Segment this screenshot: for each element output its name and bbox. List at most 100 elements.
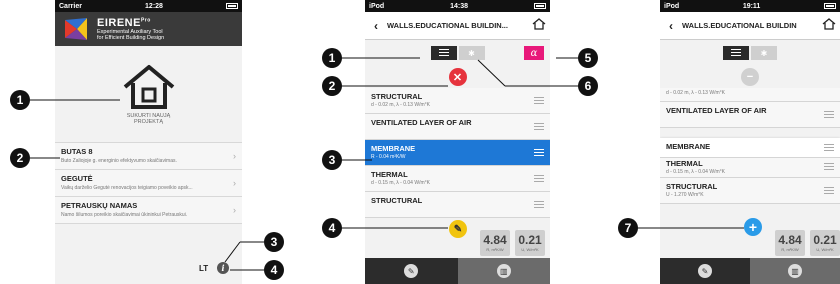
tab-results[interactable]: ▥ — [750, 258, 840, 284]
project-item[interactable]: PETRAUSKŲ NAMAS Namo šilumos poreikio sk… — [55, 197, 242, 224]
u-value-metric: 0.21 U, W/m²K — [810, 230, 840, 256]
r-value-metric: 4.84 R, m²K/W — [480, 230, 510, 256]
home-icon[interactable] — [528, 17, 550, 35]
phone-screen-projects: Carrier 12:28 EIRENEPro Experimental Aux… — [55, 0, 242, 284]
carrier-label: Carrier — [59, 2, 82, 10]
callout-badge: 2 — [322, 76, 342, 96]
drag-handle-icon[interactable] — [824, 163, 834, 172]
layer-row[interactable]: STRUCTURAL U - 1.270 W/m°K — [660, 178, 840, 204]
delete-button[interactable]: ✕ — [448, 68, 467, 86]
bar-chart-icon: ▥ — [788, 264, 802, 278]
project-list: BUTAS 8 Buto Žaliojoje g. energinio efek… — [55, 142, 242, 224]
carrier-label: iPod — [664, 2, 680, 10]
callout-badge: 3 — [264, 232, 284, 252]
info-icon[interactable]: i — [217, 262, 229, 274]
chevron-right-icon: › — [233, 151, 236, 161]
new-project-button[interactable]: SUKURTI NAUJĄ PROJEKTĄ — [55, 46, 242, 142]
settings-view-tab[interactable]: ✱ — [751, 46, 777, 60]
nav-bar: ‹ WALLS.EDUCATIONAL BUILDIN... — [365, 12, 550, 40]
status-time: 12:28 — [145, 2, 163, 10]
callout-badge: 5 — [578, 48, 598, 68]
tab-tools[interactable]: ✎ — [365, 258, 458, 284]
app-name: EIRENE — [97, 17, 141, 29]
chevron-right-icon: › — [233, 178, 236, 188]
status-bar: iPod 14:38 — [365, 0, 550, 12]
page-title: WALLS.EDUCATIONAL BUILDIN — [682, 21, 797, 30]
app-header: EIRENEPro Experimental Auxiliary Tool fo… — [55, 12, 242, 46]
back-chevron-icon[interactable]: ‹ — [660, 19, 682, 33]
new-project-label-2: PROJEKTĄ — [133, 119, 164, 125]
tab-bar: ✎ ▥ — [660, 258, 840, 284]
u-value: 0.21 — [518, 233, 542, 247]
drag-handle-icon[interactable] — [824, 111, 834, 120]
home-icon — [123, 65, 174, 109]
layer-name: MEMBRANE — [666, 142, 711, 151]
battery-icon — [226, 3, 238, 9]
carrier-label: iPod — [369, 2, 385, 10]
layer-row-dragging[interactable]: MEMBRANE — [660, 138, 840, 158]
drag-handle-icon[interactable] — [824, 187, 834, 196]
battery-icon — [533, 3, 546, 9]
callout-badge: 7 — [618, 218, 638, 238]
drag-handle-icon[interactable] — [534, 149, 544, 158]
layer-name: STRUCTURAL — [371, 92, 423, 101]
project-desc: Namo šilumos poreikio skaičiavimai ūkini… — [61, 212, 188, 218]
callout-badge: 2 — [10, 148, 30, 168]
layer-name: MEMBRANE — [371, 144, 416, 153]
layer-name: VENTILATED LAYER OF AIR — [371, 118, 472, 127]
phone-screen-add-layer: iPod 19:11 ‹ WALLS.EDUCATIONAL BUILDIN ✱… — [660, 0, 840, 284]
list-icon — [731, 48, 741, 58]
callout-badge: 1 — [322, 48, 342, 68]
u-unit: U, W/m²K — [816, 247, 834, 252]
callout-badge: 4 — [264, 260, 284, 280]
list-icon — [438, 48, 449, 58]
callout-badge: 4 — [322, 218, 342, 238]
project-item[interactable]: BUTAS 8 Buto Žaliojoje g. energinio efek… — [55, 143, 242, 170]
layer-name: THERMAL — [371, 170, 408, 179]
layer-row[interactable]: THERMAL d - 0.15 m, λ - 0.04 W/m°K — [365, 166, 550, 192]
add-layer-button[interactable]: + — [744, 218, 762, 236]
tab-results[interactable]: ▥ — [457, 258, 550, 284]
alpha-button[interactable]: α — [524, 46, 544, 60]
project-desc: Buto Žaliojoje g. energinio efektyvumo s… — [61, 158, 177, 164]
layer-row[interactable]: THERMAL d - 0.15 m, λ - 0.04 W/m°K — [660, 158, 840, 178]
layer-row[interactable]: VENTILATED LAYER OF AIR — [660, 102, 840, 128]
callout-badge: 6 — [578, 76, 598, 96]
drag-handle-icon[interactable] — [534, 97, 544, 106]
battery-icon — [823, 3, 836, 9]
tab-tools[interactable]: ✎ — [660, 258, 750, 284]
view-segment-control: ✱ — [660, 40, 840, 66]
layer-row[interactable]: STRUCTURAL d - 0.02 m, λ - 0.13 W/m°K — [365, 88, 550, 114]
list-view-tab[interactable] — [430, 46, 457, 60]
project-item[interactable]: GEGUTĖ Vaikų darželio Gegutė renovacijos… — [55, 170, 242, 197]
layer-desc: d - 0.15 m, λ - 0.04 W/m°K — [371, 180, 430, 186]
layer-row[interactable]: STRUCTURAL — [365, 192, 550, 218]
layer-row[interactable]: d - 0.02 m, λ - 0.13 W/m°K — [660, 88, 840, 102]
chevron-right-icon: › — [233, 205, 236, 215]
app-pro-badge: Pro — [140, 17, 151, 24]
drag-handle-icon[interactable] — [534, 201, 544, 210]
delete-button-disabled: − — [741, 68, 759, 86]
r-value-metric: 4.84 R, m²K/W — [775, 230, 805, 256]
back-chevron-icon[interactable]: ‹ — [365, 19, 387, 33]
tools-button[interactable]: ✎ — [449, 220, 467, 238]
layer-row-selected[interactable]: MEMBRANE R - 0.04 m²K/W — [365, 140, 550, 166]
gear-icon: ✱ — [760, 48, 768, 58]
tab-bar: ✎ ▥ — [365, 258, 550, 284]
layer-row[interactable]: VENTILATED LAYER OF AIR — [365, 114, 550, 140]
layer-desc: U - 1.270 W/m°K — [666, 192, 704, 198]
list-view-tab[interactable] — [723, 46, 749, 60]
settings-view-tab[interactable]: ✱ — [458, 46, 485, 60]
callout-badge: 3 — [322, 150, 342, 170]
project-desc: Vaikų darželio Gegutė renovacijos teigia… — [61, 185, 193, 191]
layer-name: STRUCTURAL — [371, 196, 423, 205]
drag-handle-icon[interactable] — [534, 175, 544, 184]
drag-handle-icon[interactable] — [534, 123, 544, 132]
status-time: 19:11 — [742, 2, 761, 10]
language-selector[interactable]: LT — [199, 264, 208, 273]
drag-handle-icon[interactable] — [824, 144, 834, 153]
home-icon[interactable] — [818, 17, 840, 35]
u-value-metric: 0.21 U, W/m²K — [515, 230, 545, 256]
layer-name: THERMAL — [666, 159, 703, 168]
view-segment-control: ✱ α — [365, 40, 550, 66]
